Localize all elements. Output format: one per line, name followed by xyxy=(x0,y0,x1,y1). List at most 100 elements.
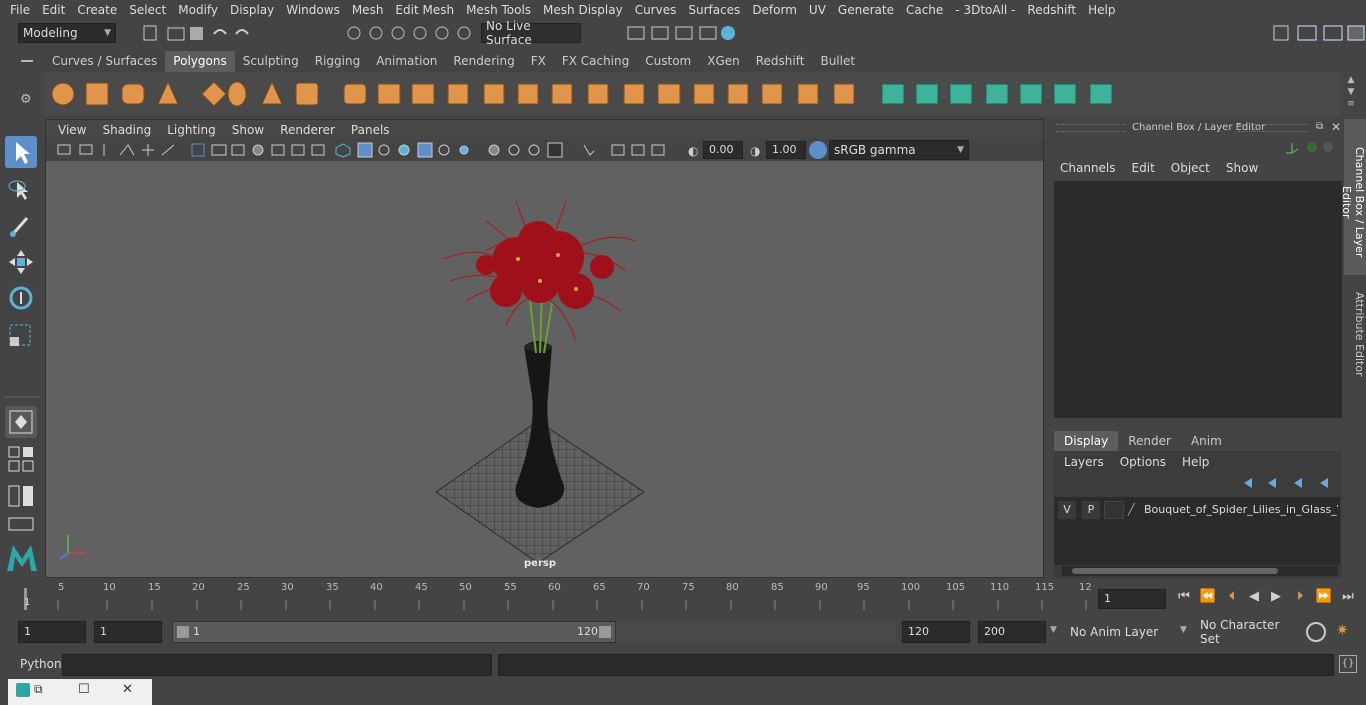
viewport-toolbar-icons[interactable] xyxy=(56,141,686,159)
step-back-frame-icon[interactable]: ⏪ xyxy=(1198,589,1218,604)
menu-help[interactable]: Help xyxy=(1082,3,1121,17)
tab-display-layers[interactable]: Display xyxy=(1054,431,1119,451)
range-end-handle[interactable] xyxy=(599,626,611,638)
scale-tool-button[interactable] xyxy=(5,320,37,352)
step-forward-key-icon[interactable]: ⏵ xyxy=(1290,589,1310,604)
tab-fx[interactable]: FX xyxy=(523,51,554,72)
tab-render-layers[interactable]: Render xyxy=(1118,431,1181,451)
animation-start-field[interactable]: 1 xyxy=(18,621,86,643)
animation-preferences-icon[interactable]: ✷ xyxy=(1336,621,1349,639)
menu-mesh-display[interactable]: Mesh Display xyxy=(537,3,629,17)
live-surface-field[interactable]: No Live Surface xyxy=(481,19,581,47)
layer-row[interactable]: V P ╱ Bouquet_of_Spider_Lilies_in_Glass_… xyxy=(1054,501,1340,519)
layout-outliner-button[interactable] xyxy=(5,480,37,512)
menu-file[interactable]: File xyxy=(4,3,36,17)
tab-fx-caching[interactable]: FX Caching xyxy=(554,51,637,72)
tab-anim-layers[interactable]: Anim xyxy=(1181,431,1232,451)
channel-menu-edit[interactable]: Edit xyxy=(1124,161,1163,175)
menu-cache[interactable]: Cache xyxy=(900,3,949,17)
viewport-menu-shading[interactable]: Shading xyxy=(94,123,159,137)
step-forward-frame-icon[interactable]: ⏩ xyxy=(1314,589,1334,604)
close-window-icon[interactable]: ✕ xyxy=(122,682,133,697)
layer-menu-options[interactable]: Options xyxy=(1112,455,1174,469)
channel-box-axis-icons[interactable] xyxy=(1284,139,1334,155)
layout-single-pane-button[interactable] xyxy=(5,406,37,438)
menu-surfaces[interactable]: Surfaces xyxy=(682,3,746,17)
auto-key-icon[interactable] xyxy=(1306,622,1326,642)
current-frame-field[interactable]: 1 xyxy=(1098,589,1166,609)
menu-mesh-tools[interactable]: Mesh Tools xyxy=(460,3,537,17)
layer-visibility-toggle[interactable]: V xyxy=(1058,501,1076,519)
gamma-field[interactable]: 1.00 xyxy=(766,141,806,159)
panel-grip[interactable] xyxy=(1056,124,1126,132)
shelf-icon-strip[interactable] xyxy=(44,72,1340,116)
tab-animation[interactable]: Animation xyxy=(368,51,445,72)
tab-custom[interactable]: Custom xyxy=(637,51,699,72)
play-forwards-icon[interactable]: ▶ xyxy=(1266,589,1286,604)
script-editor-icon[interactable]: {} xyxy=(1339,655,1357,673)
paint-select-tool-button[interactable] xyxy=(5,210,37,242)
menu-deform[interactable]: Deform xyxy=(746,3,803,17)
perspective-viewport[interactable]: View Shading Lighting Show Renderer Pane… xyxy=(45,119,1044,578)
layout-icons[interactable] xyxy=(1270,22,1366,44)
character-set-dropdown[interactable]: No Character Set xyxy=(1196,618,1300,646)
move-tool-button[interactable] xyxy=(5,246,37,278)
go-to-end-icon[interactable]: ⏭ xyxy=(1338,589,1358,604)
select-tool-button[interactable] xyxy=(5,136,37,168)
menu-edit[interactable]: Edit xyxy=(36,3,71,17)
shelf-menu-icon[interactable] xyxy=(17,54,37,68)
playback-start-field[interactable]: 1 xyxy=(94,621,162,643)
script-language-label[interactable]: Python xyxy=(20,657,62,671)
restore-window-icon[interactable]: ⧉ xyxy=(34,682,43,697)
viewport-menu-renderer[interactable]: Renderer xyxy=(272,123,343,137)
panel-grip-right[interactable] xyxy=(1238,124,1308,132)
tab-polygons[interactable]: Polygons xyxy=(165,51,235,72)
tab-rigging[interactable]: Rigging xyxy=(307,51,368,72)
layer-color-swatch-icon[interactable]: ╱ xyxy=(1128,503,1135,516)
shelf-gear-icon[interactable]: ⚙ xyxy=(20,92,34,107)
menu-mesh[interactable]: Mesh xyxy=(346,3,390,17)
layer-menu-help[interactable]: Help xyxy=(1174,455,1217,469)
menu-uv[interactable]: UV xyxy=(803,3,832,17)
maximize-window-icon[interactable]: ☐ xyxy=(78,682,90,697)
color-management-icon[interactable] xyxy=(809,141,827,159)
playback-end-field[interactable]: 120 xyxy=(902,621,970,643)
channel-menu-channels[interactable]: Channels xyxy=(1052,161,1124,175)
layer-type-toggle[interactable] xyxy=(1104,501,1124,519)
go-to-start-icon[interactable]: ⏮ xyxy=(1174,589,1194,604)
tab-xgen[interactable]: XGen xyxy=(699,51,748,72)
layer-playback-toggle[interactable]: P xyxy=(1082,501,1100,519)
shelf-scroll-arrows[interactable]: ▲ ▼ ≡ xyxy=(1344,74,1358,112)
channel-menu-object[interactable]: Object xyxy=(1163,161,1218,175)
layer-name[interactable]: Bouquet_of_Spider_Lilies_in_Glass_Va xyxy=(1144,503,1338,516)
menu-generate[interactable]: Generate xyxy=(832,3,900,17)
minimized-window-bar[interactable]: ⧉ ☐ ✕ xyxy=(8,679,152,705)
menu-modify[interactable]: Modify xyxy=(172,3,224,17)
color-space-dropdown[interactable]: sRGB gamma ▼ xyxy=(829,140,969,160)
tab-sculpting[interactable]: Sculpting xyxy=(235,51,307,72)
menu-edit-mesh[interactable]: Edit Mesh xyxy=(389,3,460,17)
float-panel-icon[interactable]: ⧉ xyxy=(1316,121,1323,132)
time-slider[interactable]: 1 5 10 15 20 25 30 35 40 45 50 55 60 65 … xyxy=(18,582,1092,612)
close-panel-icon[interactable]: ✕ xyxy=(1331,120,1341,134)
play-backwards-icon[interactable]: ◀ xyxy=(1244,589,1264,604)
tab-bullet[interactable]: Bullet xyxy=(812,51,863,72)
menu-3dtoall[interactable]: - 3DtoAll - xyxy=(949,3,1021,17)
range-start-handle[interactable] xyxy=(177,626,189,638)
layout-four-pane-button[interactable] xyxy=(5,443,37,475)
menu-redshift[interactable]: Redshift xyxy=(1021,3,1082,17)
channel-list-area[interactable] xyxy=(1054,181,1342,418)
viewport-menu-panels[interactable]: Panels xyxy=(343,123,398,137)
scene-canvas[interactable] xyxy=(46,161,1043,577)
command-input[interactable] xyxy=(62,654,492,676)
tab-redshift[interactable]: Redshift xyxy=(748,51,813,72)
layout-timeline-button[interactable] xyxy=(5,516,37,532)
layer-hscrollbar[interactable] xyxy=(1062,566,1338,576)
rotate-tool-button[interactable] xyxy=(5,282,37,314)
viewport-menu-view[interactable]: View xyxy=(50,123,94,137)
channel-menu-show[interactable]: Show xyxy=(1218,161,1266,175)
tab-rendering[interactable]: Rendering xyxy=(445,51,522,72)
chevron-down-icon[interactable]: ▼ xyxy=(1050,625,1057,635)
viewport-menu-lighting[interactable]: Lighting xyxy=(159,123,224,137)
tab-curves-surfaces[interactable]: Curves / Surfaces xyxy=(44,51,165,72)
